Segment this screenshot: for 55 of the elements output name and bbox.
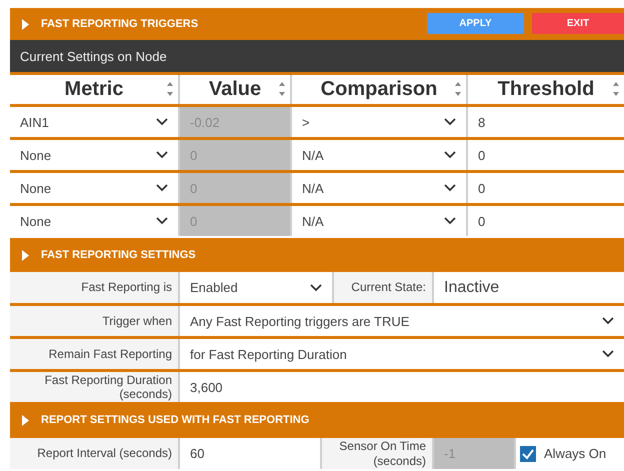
- sort-icon[interactable]: [166, 80, 174, 98]
- chevron-down-icon: [444, 151, 456, 159]
- field-label: Remain Fast Reporting: [10, 339, 178, 369]
- sort-icon[interactable]: [454, 80, 462, 98]
- field-label: Fast Reporting Duration (seconds): [10, 372, 178, 402]
- field-label: Fast Reporting is: [10, 272, 178, 303]
- field-label: Report Interval (seconds): [10, 438, 178, 469]
- chevron-down-icon: [156, 118, 168, 126]
- threshold-field[interactable]: 0: [468, 140, 624, 170]
- field-label: Current State:: [334, 272, 432, 303]
- chevron-down-icon: [310, 284, 322, 292]
- checkbox[interactable]: [520, 446, 536, 462]
- exit-button[interactable]: EXIT: [532, 13, 624, 34]
- threshold-field[interactable]: 0: [468, 173, 624, 203]
- chevron-down-icon: [602, 350, 614, 358]
- option-select[interactable]: Any Fast Reporting triggers are TRUE: [180, 306, 624, 336]
- chevron-down-icon: [444, 118, 456, 126]
- metric-select[interactable]: AIN1: [10, 107, 178, 137]
- column-header[interactable]: Comparison: [292, 75, 466, 104]
- column-header[interactable]: Threshold: [468, 75, 624, 104]
- caret-icon: [22, 414, 29, 426]
- caret-icon: [22, 250, 29, 260]
- chevron-down-icon: [444, 217, 456, 225]
- comparison-select[interactable]: N/A: [292, 206, 466, 236]
- chevron-down-icon: [156, 184, 168, 192]
- comparison-select[interactable]: N/A: [292, 173, 466, 203]
- column-header[interactable]: Value: [180, 75, 290, 104]
- number-field[interactable]: 3,600: [180, 372, 624, 402]
- threshold-field[interactable]: 0: [468, 206, 624, 236]
- comparison-select[interactable]: >: [292, 107, 466, 137]
- chevron-down-icon: [444, 184, 456, 192]
- section-title: FAST REPORTING TRIGGERS: [41, 18, 198, 30]
- sort-icon[interactable]: [612, 80, 620, 98]
- threshold-field[interactable]: 8: [468, 107, 624, 137]
- caret-icon: [22, 18, 29, 30]
- metric-select[interactable]: None: [10, 140, 178, 170]
- fast-reporting-select[interactable]: Enabled: [180, 272, 332, 303]
- section-header[interactable]: FAST REPORTING TRIGGERS APPLY EXIT: [10, 8, 624, 40]
- comparison-select[interactable]: N/A: [292, 140, 466, 170]
- chevron-down-icon: [602, 317, 614, 325]
- chevron-down-icon: [156, 151, 168, 159]
- subheader-title: Current Settings on Node: [20, 48, 167, 64]
- section-title: FAST REPORTING SETTINGS: [41, 249, 196, 261]
- checkbox-label: Always On: [544, 446, 606, 461]
- section-title: REPORT SETTINGS USED WITH FAST REPORTING: [41, 414, 310, 426]
- column-header[interactable]: Metric: [10, 75, 178, 104]
- field-label: Trigger when: [10, 306, 178, 336]
- field-label: Sensor On Time (seconds): [322, 438, 432, 469]
- sort-icon[interactable]: [278, 80, 286, 98]
- state-value: Inactive: [434, 272, 624, 303]
- metric-select[interactable]: None: [10, 173, 178, 203]
- option-select[interactable]: for Fast Reporting Duration: [180, 339, 624, 369]
- chevron-down-icon: [156, 217, 168, 225]
- metric-select[interactable]: None: [10, 206, 178, 236]
- interval-field[interactable]: 60: [180, 438, 320, 469]
